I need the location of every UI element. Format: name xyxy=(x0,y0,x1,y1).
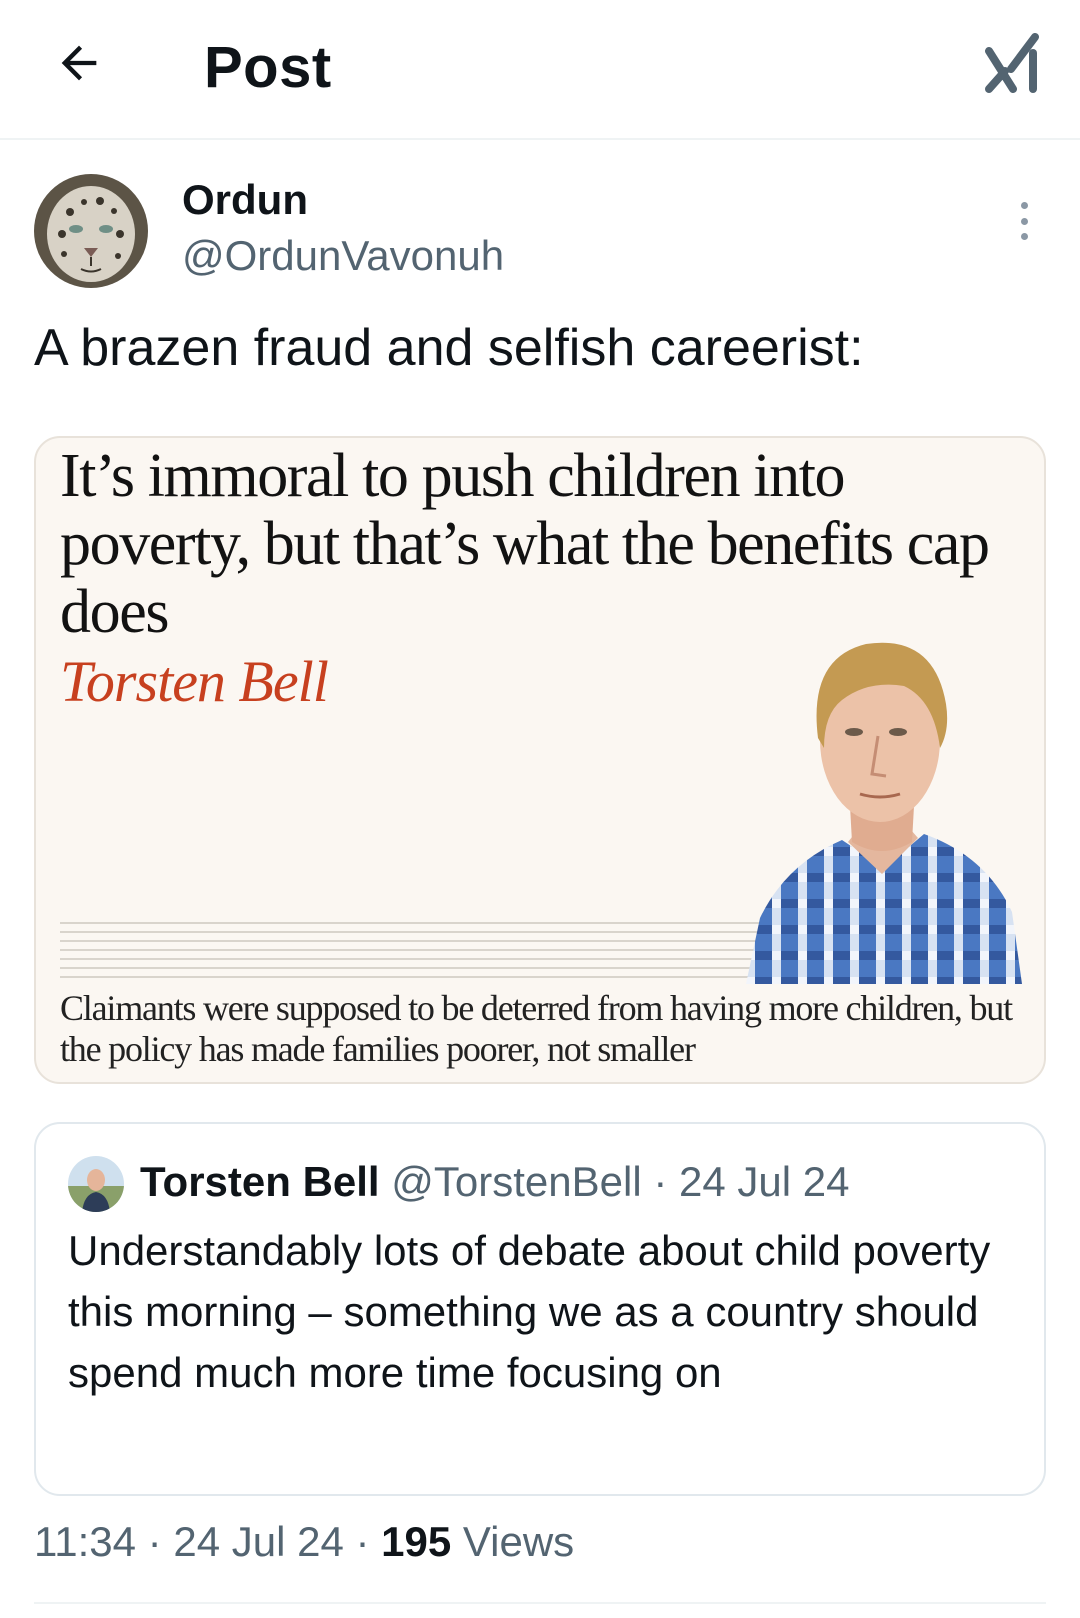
author-portrait xyxy=(746,628,1022,984)
more-options-button[interactable] xyxy=(1006,198,1042,244)
quoted-author-avatar xyxy=(68,1156,124,1212)
page-title: Post xyxy=(204,35,332,100)
back-button[interactable] xyxy=(46,30,112,96)
more-vertical-icon xyxy=(1020,202,1028,209)
post-metadata: 11:34 · 24 Jul 24 · 195 Views xyxy=(34,1518,574,1566)
divider xyxy=(34,1602,1046,1604)
portrait-illustration xyxy=(746,642,1022,984)
grok-button[interactable] xyxy=(978,28,1048,98)
author-name[interactable]: Ordun xyxy=(182,176,308,224)
grok-icon xyxy=(985,33,1039,93)
author-avatar[interactable] xyxy=(34,174,148,288)
arrow-left-icon xyxy=(61,45,97,81)
quoted-author-handle[interactable]: @TorstenBell xyxy=(391,1158,641,1205)
article-headline: It’s immoral to push children into pover… xyxy=(60,442,990,646)
views-label: Views xyxy=(462,1518,575,1565)
meta-separator: · xyxy=(355,1518,370,1565)
post-time[interactable]: 11:34 xyxy=(34,1518,136,1565)
quoted-post-text: Understandably lots of debate about chil… xyxy=(68,1227,991,1396)
quoted-date[interactable]: 24 Jul 24 xyxy=(679,1158,849,1205)
attached-image[interactable]: It’s immoral to push children into pover… xyxy=(34,436,1046,1084)
post-text: A brazen fraud and selfish careerist: xyxy=(34,319,864,377)
author-handle[interactable]: @OrdunVavonuh xyxy=(182,232,504,280)
article-byline: Torsten Bell xyxy=(60,649,329,714)
quoted-avatar-image xyxy=(68,1156,124,1212)
meta-separator: · xyxy=(147,1518,162,1565)
top-bar: Post xyxy=(0,0,1080,140)
quoted-post[interactable]: Torsten Bell @TorstenBell · 24 Jul 24 Un… xyxy=(34,1122,1046,1496)
quoted-post-header: Torsten Bell @TorstenBell · 24 Jul 24 xyxy=(140,1158,849,1206)
decorative-rules xyxy=(60,922,770,985)
post-date[interactable]: 24 Jul 24 xyxy=(173,1518,343,1565)
article-caption: Claimants were supposed to be deterred f… xyxy=(60,988,1013,1069)
quoted-separator: · xyxy=(653,1158,668,1205)
views-count: 195 xyxy=(381,1518,452,1565)
snow-leopard-avatar xyxy=(34,174,148,288)
quoted-author-name[interactable]: Torsten Bell xyxy=(140,1158,380,1205)
